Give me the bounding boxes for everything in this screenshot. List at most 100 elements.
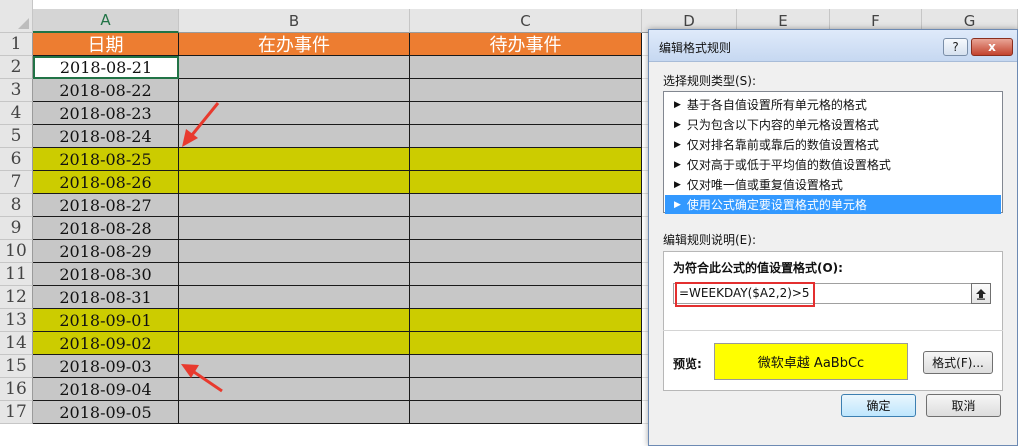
rule-type-item[interactable]: ▶ 仅对高于或低于平均值的数值设置格式 [665, 155, 1001, 174]
dialog-title: 编辑格式规则 [659, 41, 732, 55]
date-cell[interactable]: 2018-08-28 [33, 217, 179, 240]
in-progress-cell[interactable] [179, 171, 410, 194]
row-header-14[interactable]: 14 [0, 332, 33, 355]
in-progress-cell[interactable] [179, 56, 410, 79]
pending-cell[interactable] [410, 240, 642, 263]
preview-label: 预览: [673, 357, 702, 371]
pending-cell[interactable] [410, 263, 642, 286]
pending-cell[interactable] [410, 79, 642, 102]
format-button[interactable]: 格式(F)... [923, 351, 993, 374]
pending-cell[interactable] [410, 171, 642, 194]
row-header-12[interactable]: 12 [0, 286, 33, 309]
row-header-15[interactable]: 15 [0, 355, 33, 378]
date-cell[interactable]: 2018-09-01 [33, 309, 179, 332]
format-preview: 微软卓越 AaBbCc [714, 343, 908, 380]
pending-cell[interactable] [410, 102, 642, 125]
in-progress-cell[interactable] [179, 286, 410, 309]
in-progress-cell[interactable] [179, 355, 410, 378]
rule-type-label: 仅对高于或低于平均值的数值设置格式 [686, 158, 891, 172]
date-cell[interactable]: 2018-09-03 [33, 355, 179, 378]
table-header-cell[interactable]: 待办事件 [410, 33, 642, 56]
pending-cell[interactable] [410, 332, 642, 355]
date-cell[interactable]: 2018-08-22 [33, 79, 179, 102]
row-header-16[interactable]: 16 [0, 378, 33, 401]
help-button[interactable]: ? [943, 38, 968, 56]
rule-type-item[interactable]: ▶ 仅对唯一值或重复值设置格式 [665, 175, 1001, 194]
row-header-11[interactable]: 11 [0, 263, 33, 286]
row-header-5[interactable]: 5 [0, 125, 33, 148]
date-cell[interactable]: 2018-08-21 [33, 56, 179, 79]
pending-cell[interactable] [410, 194, 642, 217]
pending-cell[interactable] [410, 286, 642, 309]
formula-value: =WEEKDAY($A2,2)>5 [679, 286, 810, 300]
date-cell[interactable]: 2018-09-04 [33, 378, 179, 401]
pending-cell[interactable] [410, 309, 642, 332]
pending-cell[interactable] [410, 125, 642, 148]
rule-type-list[interactable]: ▶ 基于各自值设置所有单元格的格式 ▶ 只为包含以下内容的单元格设置格式 ▶ 仅对排名靠前… [663, 91, 1003, 214]
rule-type-item[interactable]: ▶ 只为包含以下内容的单元格设置格式 [665, 115, 1001, 134]
edit-rule-desc-label: 编辑规则说明(E): [663, 233, 756, 247]
pending-cell[interactable] [410, 401, 642, 424]
row-header-2[interactable]: 2 [0, 56, 33, 79]
date-cell[interactable]: 2018-08-29 [33, 240, 179, 263]
table-header-cell[interactable]: 日期 [33, 33, 179, 56]
rule-type-item[interactable]: ▶ 使用公式确定要设置格式的单元格 [665, 195, 1001, 214]
column-header-c[interactable]: C [410, 9, 642, 33]
in-progress-cell[interactable] [179, 378, 410, 401]
row-header-1[interactable]: 1 [0, 33, 33, 56]
dialog-titlebar[interactable]: 编辑格式规则 ? x [649, 30, 1017, 62]
date-cell[interactable]: 2018-08-27 [33, 194, 179, 217]
rule-type-label: 仅对唯一值或重复值设置格式 [686, 178, 843, 192]
rule-type-label: 仅对排名靠前或靠后的数值设置格式 [686, 138, 879, 152]
select-all-corner[interactable] [0, 0, 33, 33]
rule-type-label: 基于各自值设置所有单元格的格式 [686, 98, 867, 112]
collapse-dialog-button[interactable] [971, 283, 991, 304]
column-header-b[interactable]: B [179, 9, 410, 33]
row-header-8[interactable]: 8 [0, 194, 33, 217]
in-progress-cell[interactable] [179, 309, 410, 332]
table-header-cell[interactable]: 在办事件 [179, 33, 410, 56]
in-progress-cell[interactable] [179, 194, 410, 217]
pending-cell[interactable] [410, 56, 642, 79]
in-progress-cell[interactable] [179, 240, 410, 263]
row-header-6[interactable]: 6 [0, 148, 33, 171]
in-progress-cell[interactable] [179, 332, 410, 355]
pending-cell[interactable] [410, 378, 642, 401]
formula-input[interactable]: =WEEKDAY($A2,2)>5 [673, 282, 991, 307]
cancel-button[interactable]: 取消 [926, 394, 1001, 417]
row-header-13[interactable]: 13 [0, 309, 33, 332]
rule-type-label: 选择规则类型(S): [663, 74, 757, 88]
pending-cell[interactable] [410, 217, 642, 240]
date-cell[interactable]: 2018-08-30 [33, 263, 179, 286]
date-cell[interactable]: 2018-08-23 [33, 102, 179, 125]
column-header-a[interactable]: A [33, 9, 179, 33]
ok-button[interactable]: 确定 [841, 394, 916, 417]
date-cell[interactable]: 2018-09-02 [33, 332, 179, 355]
date-cell[interactable]: 2018-08-24 [33, 125, 179, 148]
close-button[interactable]: x [971, 38, 1013, 56]
date-cell[interactable]: 2018-09-05 [33, 401, 179, 424]
edit-format-rule-dialog[interactable]: 编辑格式规则 ? x 选择规则类型(S): ▶ 基于各自值设置所有单元格的格式 ▶ 只… [648, 29, 1018, 446]
date-cell[interactable]: 2018-08-26 [33, 171, 179, 194]
pending-cell[interactable] [410, 355, 642, 378]
formula-label: 为符合此公式的值设置格式(O): [673, 261, 843, 275]
in-progress-cell[interactable] [179, 263, 410, 286]
in-progress-cell[interactable] [179, 102, 410, 125]
row-header-17[interactable]: 17 [0, 401, 33, 424]
row-header-4[interactable]: 4 [0, 102, 33, 125]
row-header-10[interactable]: 10 [0, 240, 33, 263]
date-cell[interactable]: 2018-08-31 [33, 286, 179, 309]
rule-type-item[interactable]: ▶ 基于各自值设置所有单元格的格式 [665, 95, 1001, 114]
in-progress-cell[interactable] [179, 125, 410, 148]
date-cell[interactable]: 2018-08-25 [33, 148, 179, 171]
collapse-icon [976, 288, 986, 300]
in-progress-cell[interactable] [179, 401, 410, 424]
in-progress-cell[interactable] [179, 217, 410, 240]
row-header-7[interactable]: 7 [0, 171, 33, 194]
row-header-3[interactable]: 3 [0, 79, 33, 102]
in-progress-cell[interactable] [179, 79, 410, 102]
pending-cell[interactable] [410, 148, 642, 171]
rule-type-item[interactable]: ▶ 仅对排名靠前或靠后的数值设置格式 [665, 135, 1001, 154]
in-progress-cell[interactable] [179, 148, 410, 171]
row-header-9[interactable]: 9 [0, 217, 33, 240]
